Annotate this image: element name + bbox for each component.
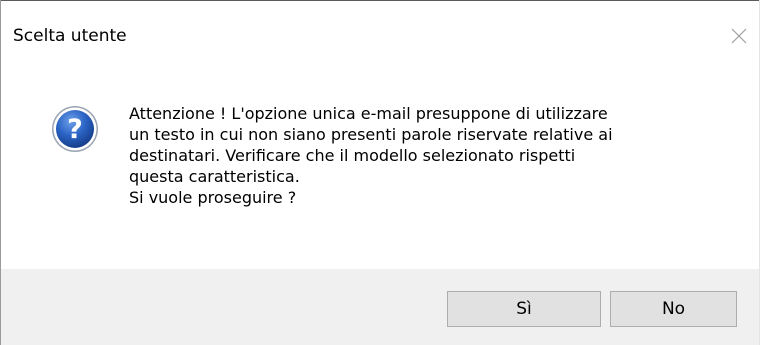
message-dialog: Scelta utente ? Attenzione ! L'opzione u… [0, 0, 760, 345]
message-line: questa caratteristica. [129, 167, 300, 186]
message-line: Si vuole proseguire ? [129, 188, 297, 207]
question-icon: ? [51, 105, 99, 153]
close-button[interactable] [716, 13, 759, 59]
yes-button[interactable]: Sì [447, 291, 601, 327]
title-bar[interactable]: Scelta utente [1, 1, 759, 65]
dialog-content: ? Attenzione ! L'opzione unica e-mail pr… [1, 65, 759, 269]
message-line: Attenzione ! L'opzione unica e-mail pres… [129, 104, 608, 123]
no-button[interactable]: No [610, 291, 737, 327]
message-line: un testo in cui non siano presenti parol… [129, 125, 613, 144]
dialog-message: Attenzione ! L'opzione unica e-mail pres… [129, 103, 739, 208]
button-bar: Sì No [1, 269, 759, 345]
message-line: destinatari. Verificare che il modello s… [129, 146, 576, 165]
window-title: Scelta utente [13, 26, 127, 46]
close-icon [731, 28, 747, 44]
svg-text:?: ? [67, 114, 83, 145]
